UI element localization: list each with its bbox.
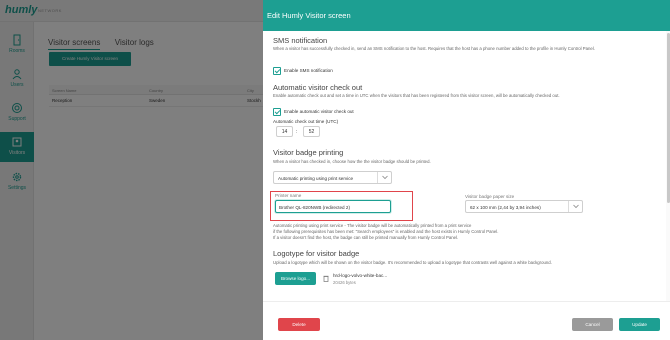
checkout-checkbox-label[interactable]: Enable automatic visitor check out (284, 109, 354, 114)
edit-visitor-screen-panel: Edit Humly Visitor screen SMS notificati… (263, 0, 670, 340)
logo-heading: Logotype for visitor badge (273, 249, 360, 258)
trash-icon[interactable] (323, 275, 329, 282)
logo-description: Upload a logotype which will be shown on… (273, 260, 552, 265)
sms-checkbox-label[interactable]: Enable SMS notification (284, 68, 333, 73)
chevron-down-icon (382, 175, 388, 180)
sms-description: When a visitor has successfully checked … (273, 46, 595, 51)
browse-logo-button[interactable]: Browse logo... (275, 272, 316, 285)
paper-size-value: 62 x 100 mm (2,44 by 3,94 inches) (470, 205, 541, 210)
checkout-heading: Automatic visitor check out (273, 83, 363, 92)
paper-size-select[interactable]: 62 x 100 mm (2,44 by 3,94 inches) (465, 200, 583, 213)
hour-input[interactable]: 14 (276, 126, 293, 137)
dropdown-toggle[interactable] (568, 201, 582, 212)
panel-header: Edit Humly Visitor screen (263, 0, 670, 31)
cancel-button[interactable]: Cancel (572, 318, 613, 331)
badge-heading: Visitor badge printing (273, 148, 344, 157)
delete-button[interactable]: Delete (278, 318, 320, 331)
sms-heading: SMS notification (273, 36, 328, 45)
minute-input[interactable]: 52 (303, 126, 320, 137)
logo-file-size: 20426 bytes (333, 280, 356, 285)
sms-checkbox[interactable] (273, 67, 281, 75)
paper-size-label: Visitor badge paper size (465, 194, 515, 199)
chevron-down-icon (573, 204, 579, 209)
checkout-time-label: Automatic check out time (UTC) (273, 119, 339, 124)
panel-scrollbar[interactable] (666, 31, 670, 301)
panel-body: SMS notification When a visitor has succ… (263, 31, 670, 301)
print-mode-value: Automatic printing using print service (278, 176, 354, 181)
checkout-description: Enable automatic check out and set a tim… (273, 93, 560, 98)
checkout-checkbox[interactable] (273, 108, 281, 116)
badge-description: When a visitor has checked in, choose ho… (273, 159, 431, 164)
update-button[interactable]: Update (619, 318, 660, 331)
print-mode-select[interactable]: Automatic printing using print service (273, 171, 392, 184)
printer-name-highlight (270, 191, 413, 221)
print-info-line-3: If a visitor doesn't find the host, the … (273, 235, 459, 240)
panel-footer: Delete Cancel Update (263, 301, 670, 340)
dropdown-toggle[interactable] (377, 172, 391, 183)
logo-file-name: hrd-logo-volvo-white-bac... (333, 273, 388, 278)
time-separator: : (296, 129, 298, 135)
panel-title: Edit Humly Visitor screen (267, 11, 351, 20)
